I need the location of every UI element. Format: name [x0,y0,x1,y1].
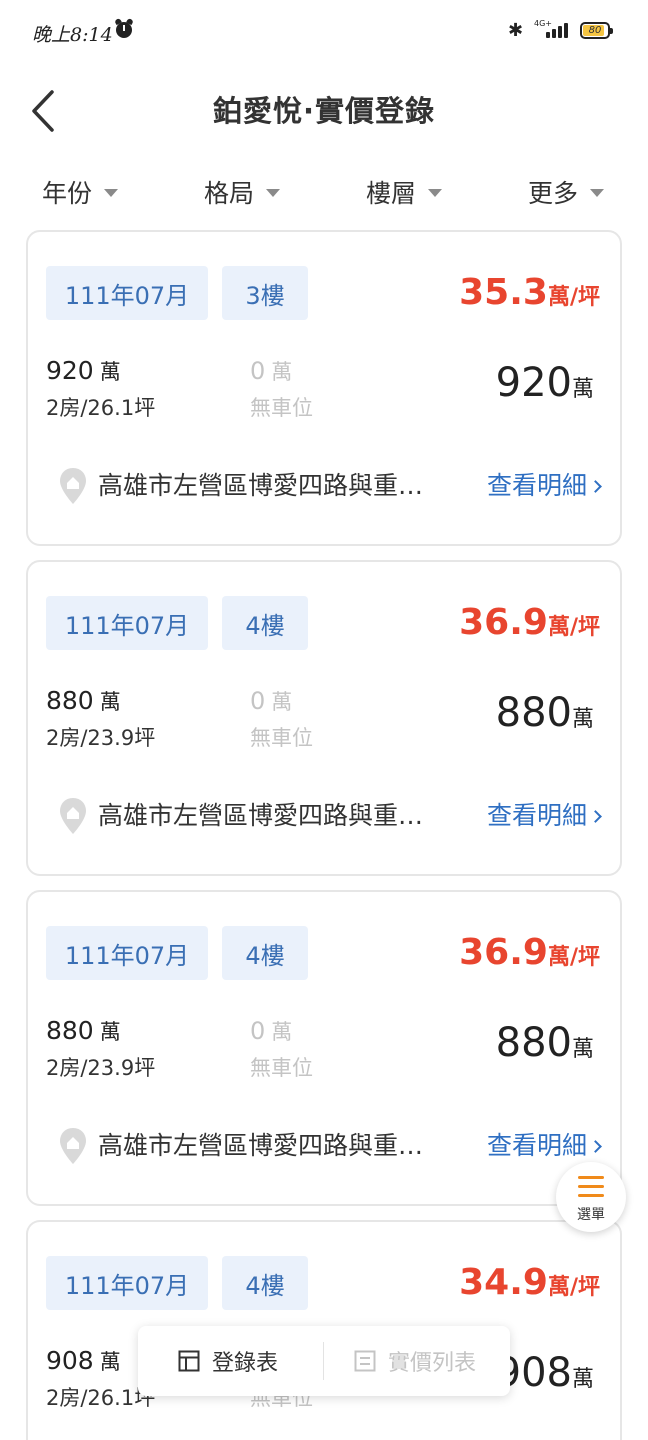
filter-label: 年份 [42,179,93,208]
date-tag: 111年07月 [46,596,208,650]
floor-tag: 4樓 [222,1256,308,1310]
chevron-right-icon [589,810,602,823]
bluetooth-icon: ✱ [508,20,524,41]
tab-price-list[interactable]: 實價列表 [354,1326,476,1396]
listing-card[interactable]: 111年07月 4樓 36.9萬/坪 880 萬 2房/23.9坪 0萬 無車位 … [26,560,622,876]
parking-price: 0萬 [250,1017,293,1045]
status-bar: 晚上8:14 ✱ 4G+ 80 [0,0,648,64]
address: 高雄市左營區博愛四路與重… [98,801,424,830]
chevron-right-icon [589,480,602,493]
unit-price: 35.3萬/坪 [459,272,600,313]
battery-icon: 80 [580,22,613,39]
date-tag: 111年07月 [46,266,208,320]
filter-floor[interactable]: 樓層 [366,170,443,214]
filter-label: 格局 [204,179,255,208]
total-price: 880 萬 [46,1016,121,1045]
floor-tag: 4樓 [222,926,308,980]
caret-down-icon [104,189,119,197]
filter-label: 樓層 [366,179,417,208]
divider [323,1342,324,1380]
price-total-large: 920萬 [495,360,594,406]
total-price: 880 萬 [46,686,121,715]
chevron-right-icon [589,1140,602,1153]
tab-label: 實價列表 [388,1351,477,1376]
price-total-large: 880萬 [495,1020,594,1066]
listing-card[interactable]: 111年07月 3樓 35.3萬/坪 920 萬 2房/26.1坪 0萬 無車位 … [26,230,622,546]
address: 高雄市左營區博愛四路與重… [98,471,424,500]
unit-price: 36.9萬/坪 [459,932,600,973]
price-total-large: 908萬 [495,1350,594,1396]
view-switcher: 登錄表 實價列表 [138,1326,510,1396]
filter-more[interactable]: 更多 [528,170,605,214]
menu-button[interactable]: 選單 [556,1162,626,1232]
caret-down-icon [590,189,605,197]
view-details-link[interactable]: 查看明細 [487,796,602,832]
floor-tag: 3樓 [222,266,308,320]
caret-down-icon [266,189,281,197]
list-icon [354,1350,376,1372]
caret-down-icon [428,189,443,197]
view-details-link[interactable]: 查看明細 [487,1126,602,1162]
floor-tag: 4樓 [222,596,308,650]
tab-label: 登錄表 [212,1351,279,1376]
address: 高雄市左營區博愛四路與重… [98,1131,424,1160]
layout-size: 2房/26.1坪 [46,396,156,420]
parking-label: 無車位 [250,726,313,750]
price-total-large: 880萬 [495,690,594,736]
filter-label: 更多 [528,179,579,208]
date-tag: 111年07月 [46,926,208,980]
filter-layout[interactable]: 格局 [204,170,281,214]
listing-card[interactable]: 111年07月 4樓 36.9萬/坪 880 萬 2房/23.9坪 0萬 無車位 … [26,890,622,1206]
signal-icon [546,22,572,38]
unit-price: 36.9萬/坪 [459,602,600,643]
status-time: 晚上8:14 [32,24,113,46]
menu-label: 選單 [577,1207,605,1223]
parking-label: 無車位 [250,1056,313,1080]
filter-bar: 年份 格局 樓層 更多 [0,170,648,214]
date-tag: 111年07月 [46,1256,208,1310]
location-pin-icon [60,798,86,834]
layout-size: 2房/23.9坪 [46,1056,156,1080]
parking-label: 無車位 [250,396,313,420]
location-pin-icon [60,1128,86,1164]
filter-year[interactable]: 年份 [42,170,119,214]
alarm-icon [116,22,132,38]
total-price: 908 萬 [46,1346,121,1375]
unit-price: 34.9萬/坪 [459,1262,600,1303]
layout-size: 2房/23.9坪 [46,726,156,750]
total-price: 920 萬 [46,356,121,385]
tab-registration-table[interactable]: 登錄表 [178,1326,278,1396]
parking-price: 0萬 [250,687,293,715]
table-icon [178,1350,200,1372]
location-pin-icon [60,468,86,504]
menu-icon [578,1176,604,1198]
battery-level: 80 [588,25,602,36]
parking-price: 0萬 [250,357,293,385]
view-details-link[interactable]: 查看明細 [487,466,602,502]
page-title: 鉑愛悅·實價登錄 [212,94,436,128]
